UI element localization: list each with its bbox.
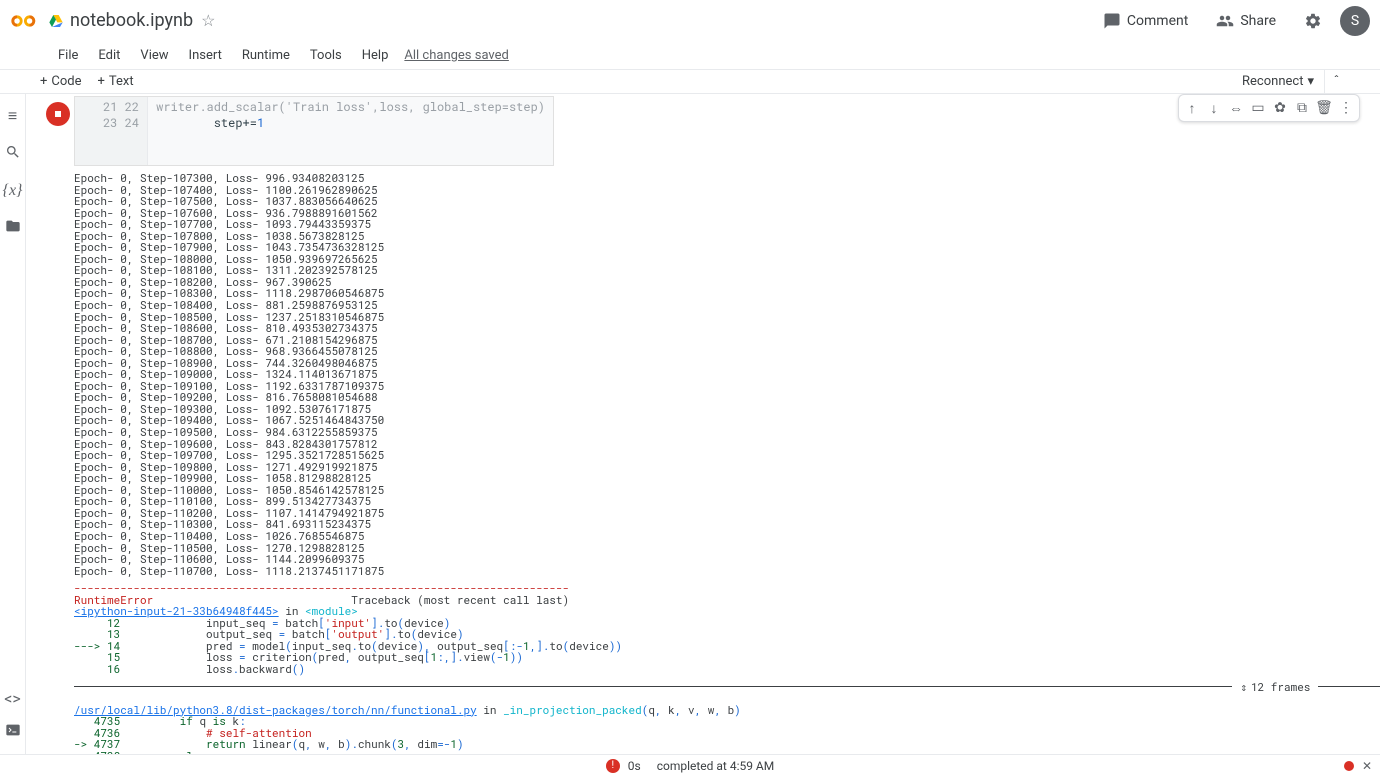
menu-tools[interactable]: Tools bbox=[300, 44, 352, 67]
error-icon: ! bbox=[606, 759, 620, 773]
functional-py-link[interactable]: /usr/local/lib/python3.8/dist-packages/t… bbox=[74, 702, 477, 717]
expand-icon: ⇕ bbox=[1240, 679, 1247, 694]
app-header: notebook.ipynb ☆ Comment Share S bbox=[0, 0, 1380, 42]
menu-file[interactable]: File bbox=[48, 44, 88, 67]
add-text-button[interactable]: + Text bbox=[90, 72, 142, 91]
move-down-icon[interactable]: ↓ bbox=[1203, 97, 1225, 119]
traceback-lower: /usr/local/lib/python3.8/dist-packages/t… bbox=[74, 698, 1380, 754]
cell-settings-icon[interactable]: ✿ bbox=[1269, 97, 1291, 119]
line-gutter: 21 22 23 24 bbox=[75, 97, 148, 165]
side-nav: ≡ {x} <> bbox=[0, 94, 26, 754]
share-label: Share bbox=[1240, 13, 1276, 29]
code-content: writer.add_scalar('Train loss',loss, glo… bbox=[148, 97, 553, 165]
comment-button[interactable]: Comment bbox=[1093, 6, 1198, 36]
menu-edit[interactable]: Edit bbox=[88, 44, 130, 67]
notebook-title[interactable]: notebook.ipynb bbox=[70, 10, 193, 31]
comment-icon bbox=[1103, 12, 1121, 30]
autosave-status[interactable]: All changes saved bbox=[404, 48, 509, 63]
traceback-output: ----------------------------------------… bbox=[74, 576, 1380, 674]
mirror-icon[interactable]: ⧉ bbox=[1291, 97, 1313, 119]
plus-icon: + bbox=[98, 74, 105, 89]
share-icon bbox=[1216, 12, 1234, 30]
drive-icon bbox=[48, 13, 64, 29]
status-bar: ! 0s completed at 4:59 AM ✕ bbox=[0, 754, 1380, 776]
output-log: Epoch- 0, Step-107300, Loss- 996.9340820… bbox=[74, 166, 1380, 576]
code-cell[interactable]: 21 22 23 24 writer.add_scalar('Train los… bbox=[74, 96, 554, 166]
colab-logo-icon bbox=[10, 7, 38, 35]
plus-icon: + bbox=[40, 74, 47, 89]
ipython-input-link[interactable]: <ipython-input-21-33b64948f445> bbox=[74, 603, 279, 618]
avatar-letter: S bbox=[1351, 13, 1359, 29]
status-dot-icon bbox=[1344, 761, 1354, 771]
link-icon[interactable]: ⇔ bbox=[1225, 97, 1247, 119]
files-icon[interactable] bbox=[5, 218, 21, 238]
chevron-down-icon: ▾ bbox=[1307, 74, 1314, 89]
run-cell-button[interactable] bbox=[46, 102, 70, 126]
star-icon[interactable]: ☆ bbox=[201, 11, 215, 30]
reconnect-button[interactable]: Reconnect ▾ bbox=[1232, 70, 1324, 93]
settings-button[interactable] bbox=[1294, 6, 1332, 36]
status-time: 0s bbox=[628, 759, 641, 773]
search-icon[interactable] bbox=[5, 144, 21, 164]
frames-count: 12 frames bbox=[1251, 679, 1310, 694]
comment-label: Comment bbox=[1127, 13, 1188, 29]
menu-runtime[interactable]: Runtime bbox=[232, 44, 300, 67]
frames-divider[interactable]: ⇕ 12 frames bbox=[74, 679, 1380, 694]
add-code-label: Code bbox=[51, 74, 81, 89]
close-status-icon[interactable]: ✕ bbox=[1362, 759, 1372, 773]
gear-icon bbox=[1304, 12, 1322, 30]
more-icon[interactable]: ⋮ bbox=[1335, 97, 1357, 119]
menu-bar: FileEditViewInsertRuntimeToolsHelp All c… bbox=[0, 42, 1380, 70]
add-text-label: Text bbox=[109, 74, 134, 89]
cell-toolbar: ↑ ↓ ⇔ ▭ ✿ ⧉ 🗑 ⋮ bbox=[1178, 94, 1360, 122]
toolbar: + Code + Text Reconnect ▾ ˆ bbox=[0, 70, 1380, 94]
variables-icon[interactable]: {x} bbox=[3, 182, 23, 200]
toc-icon[interactable]: ≡ bbox=[8, 106, 17, 126]
menu-insert[interactable]: Insert bbox=[179, 44, 232, 67]
add-comment-icon[interactable]: ▭ bbox=[1247, 97, 1269, 119]
move-up-icon[interactable]: ↑ bbox=[1181, 97, 1203, 119]
add-code-button[interactable]: + Code bbox=[32, 72, 90, 91]
stop-icon bbox=[52, 108, 64, 120]
menu-view[interactable]: View bbox=[130, 44, 178, 67]
reconnect-label: Reconnect bbox=[1242, 74, 1303, 89]
collapse-button[interactable]: ˆ bbox=[1324, 70, 1348, 94]
menu-help[interactable]: Help bbox=[352, 44, 399, 67]
code-snippets-icon[interactable]: <> bbox=[4, 689, 21, 708]
share-button[interactable]: Share bbox=[1206, 6, 1286, 36]
account-avatar[interactable]: S bbox=[1340, 6, 1370, 36]
delete-icon[interactable]: 🗑 bbox=[1313, 97, 1335, 119]
terminal-icon[interactable] bbox=[5, 722, 21, 742]
chevron-up-icon: ˆ bbox=[1333, 74, 1339, 89]
status-completed: completed at 4:59 AM bbox=[657, 759, 775, 773]
